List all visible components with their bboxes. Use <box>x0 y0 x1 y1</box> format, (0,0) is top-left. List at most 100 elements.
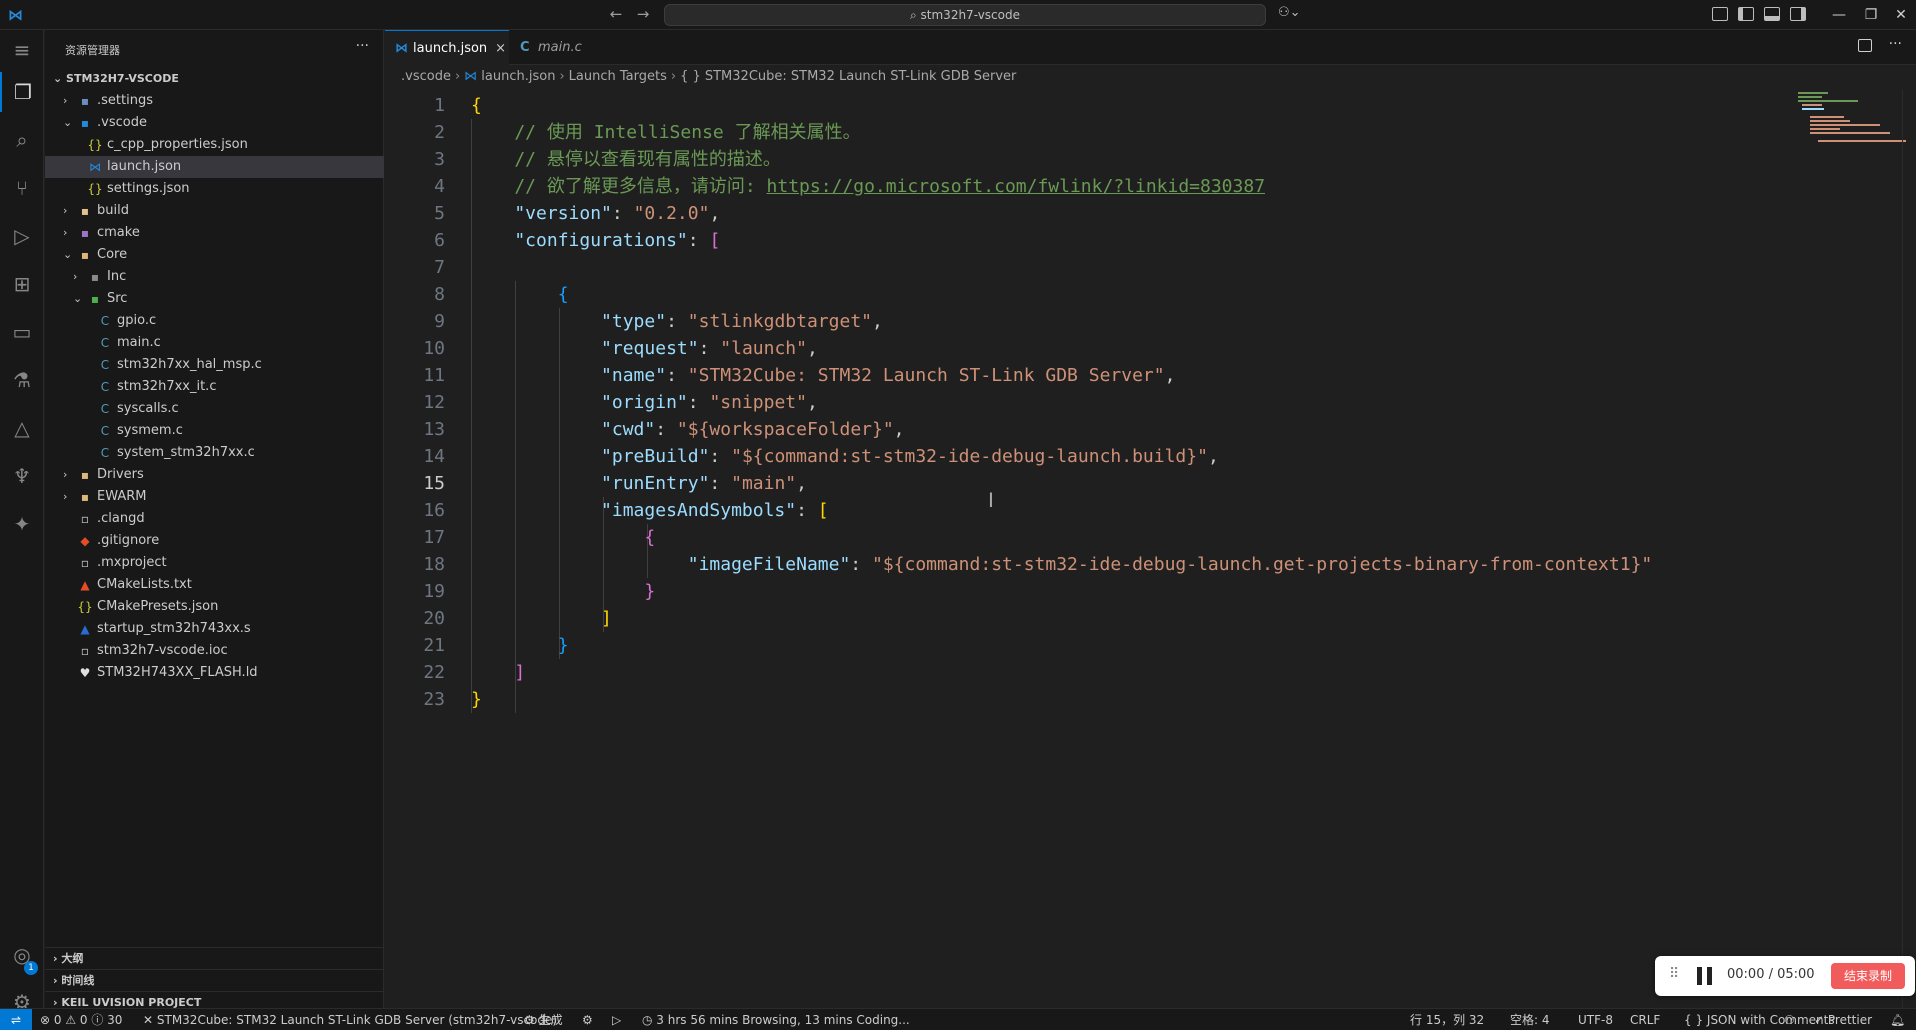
tree-item[interactable]: ⌄ ▪ Core <box>45 244 384 266</box>
minimize-icon[interactable]: — <box>1824 4 1854 26</box>
notifications-bell-icon[interactable]: 🔔︎ <box>1890 1009 1905 1030</box>
customize-layout-icon[interactable] <box>1712 7 1728 21</box>
pause-icon[interactable] <box>1697 967 1713 985</box>
time-tracking[interactable]: ◷ 3 hrs 56 mins Browsing, 13 mins Coding… <box>642 1009 910 1030</box>
tree-item[interactable]: ▲ CMakeLists.txt <box>45 574 384 596</box>
menu-icon[interactable]: ≡ <box>0 30 44 70</box>
launch-target-indicator[interactable]: ✕ STM32Cube: STM32 Launch ST-Link GDB Se… <box>143 1009 557 1030</box>
remote-explorer-icon[interactable]: ▭ <box>0 312 44 352</box>
testing-icon[interactable]: ⚗ <box>0 360 44 400</box>
go-forward-icon[interactable]: → <box>632 5 654 25</box>
tree-item[interactable]: › ▪ build <box>45 200 384 222</box>
account-icon[interactable]: ◎ 1 <box>0 935 44 975</box>
tree-item[interactable]: Cstm32h7xx_it.c <box>45 376 384 398</box>
explorer-icon[interactable]: ❐ <box>0 72 44 112</box>
problems-indicator[interactable]: ⊗ 0 ⚠ 0 ⓘ 30 <box>40 1009 122 1030</box>
tree-item[interactable]: ◆ .gitignore <box>45 530 384 552</box>
tree-item[interactable]: ⋈ launch.json <box>45 156 384 178</box>
tree-item[interactable]: ⌄ ▪ .vscode <box>45 112 384 134</box>
tree-item[interactable]: {} CMakePresets.json <box>45 596 384 618</box>
indentation[interactable]: 空格: 4 <box>1510 1009 1550 1030</box>
file-type-icon: ▫ <box>80 512 90 526</box>
line-number: 14 <box>423 446 445 467</box>
root-folder[interactable]: ⌄ STM32H7-VSCODE <box>45 68 384 90</box>
tree-item[interactable]: ▫ .mxproject <box>45 552 384 574</box>
tree-item[interactable]: › ▪ Drivers <box>45 464 384 486</box>
code-text: { <box>471 281 569 308</box>
stm32-icon[interactable]: ✦ <box>0 504 44 544</box>
tree-item[interactable]: Csysmem.c <box>45 420 384 442</box>
run-debug-icon[interactable]: ▷ <box>0 216 44 256</box>
toggle-panel-icon[interactable] <box>1764 7 1780 21</box>
line-number: 3 <box>434 149 445 170</box>
vertical-scrollbar[interactable] <box>1902 90 1916 1010</box>
tree-item[interactable]: ▲ startup_stm32h743xx.s <box>45 618 384 640</box>
tree-item[interactable]: Cgpio.c <box>45 310 384 332</box>
line-number: 22 <box>423 662 445 683</box>
encoding[interactable]: UTF-8 <box>1578 1009 1613 1030</box>
go-back-icon[interactable]: ← <box>605 5 627 25</box>
restore-icon[interactable]: ❐ <box>1856 4 1886 26</box>
cursor-position[interactable]: 行 15，列 32 <box>1410 1009 1484 1030</box>
run-icon[interactable]: ▷ <box>612 1009 621 1030</box>
copilot-icon[interactable]: ⚇⌄ <box>1278 5 1308 25</box>
tree-item[interactable]: ▫ stm32h7-vscode.ioc <box>45 640 384 662</box>
line-number: 2 <box>434 122 445 143</box>
command-center-search[interactable]: ⌕ stm32h7-vscode <box>664 4 1266 26</box>
code-token: , <box>796 473 807 494</box>
tree-item[interactable]: ♥ STM32H743XX_FLASH.ld <box>45 662 384 684</box>
tree-item[interactable]: Cstm32h7xx_hal_msp.c <box>45 354 384 376</box>
search-icon[interactable]: ⌕ <box>0 120 44 160</box>
tree-item-label: Core <box>97 247 128 262</box>
more-actions-icon[interactable]: ··· <box>356 38 369 54</box>
tree-item[interactable]: Csyscalls.c <box>45 398 384 420</box>
tree-item[interactable]: › ▪ cmake <box>45 222 384 244</box>
breadcrumb-item[interactable]: Launch Targets <box>569 69 667 84</box>
tree-item[interactable]: {} settings.json <box>45 178 384 200</box>
tree-item[interactable]: ⌄ ▪ Src <box>45 288 384 310</box>
tree-item[interactable]: › ▪ EWARM <box>45 486 384 508</box>
tree-item[interactable]: ▫ .clangd <box>45 508 384 530</box>
prettier-status[interactable]: ✓ Prettier <box>1814 1009 1872 1030</box>
close-tab-icon[interactable]: × <box>495 31 506 66</box>
tree-item[interactable]: › ▪ Inc <box>45 266 384 288</box>
tree-item[interactable]: {} c_cpp_properties.json <box>45 134 384 156</box>
breadcrumb-item[interactable]: { } STM32Cube: STM32 Launch ST-Link GDB … <box>680 69 1016 84</box>
code-text: ] <box>471 605 612 632</box>
timeline-section[interactable]: › 时间线 <box>45 969 384 991</box>
close-window-icon[interactable]: ✕ <box>1886 4 1916 26</box>
drag-handle-icon[interactable]: ⠿ <box>1669 966 1679 982</box>
source-control-icon[interactable]: ⑂ <box>0 168 44 208</box>
code-token: , <box>872 311 883 332</box>
remote-indicator-icon[interactable]: ⇌ <box>0 1009 32 1030</box>
extensions-icon[interactable]: ⊞ <box>0 264 44 304</box>
copilot-status-icon[interactable]: ⚇ <box>1784 1009 1795 1030</box>
toggle-secondary-sidebar-icon[interactable] <box>1790 7 1806 21</box>
breadcrumb-item[interactable]: .vscode <box>401 69 451 84</box>
breadcrumb-item[interactable]: launch.json <box>481 69 555 84</box>
outline-section[interactable]: › 大纲 <box>45 947 384 969</box>
tab-launch-json[interactable]: ⋈ launch.json × <box>385 30 509 65</box>
code-link[interactable]: https://go.microsoft.com/fwlink/?linkid=… <box>767 176 1266 197</box>
end-of-line[interactable]: CRLF <box>1630 1009 1660 1030</box>
tree-item[interactable]: › ▪ .settings <box>45 90 384 112</box>
tree-item[interactable]: Csystem_stm32h7xx.c <box>45 442 384 464</box>
cmake-icon[interactable]: △ <box>0 408 44 448</box>
language-mode[interactable]: { } JSON with Comments <box>1684 1009 1835 1030</box>
editor-more-actions-icon[interactable]: ··· <box>1889 36 1902 52</box>
stop-recording-button[interactable]: 结束录制 <box>1831 963 1905 989</box>
code-editor[interactable]: 1{2 // 使用 IntelliSense 了解相关属性。 3 // 悬停以查看… <box>385 92 1845 713</box>
code-token: , <box>709 203 721 224</box>
tree-item[interactable]: Cmain.c <box>45 332 384 354</box>
split-editor-icon[interactable] <box>1858 39 1872 52</box>
code-text: // 使用 IntelliSense 了解相关属性。 <box>471 119 860 146</box>
tab-main-c[interactable]: Cmain.c <box>510 30 600 65</box>
debug-icon[interactable]: ⚙ <box>582 1009 593 1030</box>
minimap[interactable] <box>1796 90 1906 150</box>
toggle-primary-sidebar-icon[interactable] <box>1738 7 1754 21</box>
code-token: "version" <box>471 203 612 224</box>
code-text: "imageFileName": "${command:st-stm32-ide… <box>471 551 1653 578</box>
code-text: { <box>471 92 482 119</box>
build-button[interactable]: ⚙ 生成 <box>524 1009 563 1030</box>
python-icon[interactable]: ♆ <box>0 456 44 496</box>
